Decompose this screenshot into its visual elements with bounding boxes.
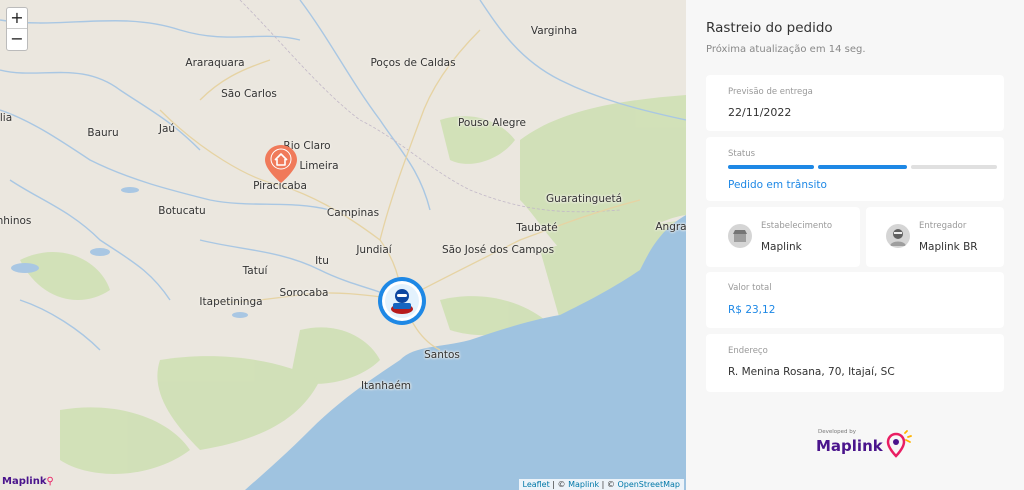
city-label: Tatuí [242,265,268,277]
city-label: São José dos Campos [441,244,555,256]
city-label: Angra [655,221,686,233]
update-countdown: Próxima atualização em 14 seg. [706,44,866,55]
establishment-label: Estabelecimento [761,221,833,231]
panel-title: Rastreio do pedido [706,20,833,36]
driver-location-icon[interactable] [376,275,428,327]
store-icon [728,224,752,248]
brand-name: Maplink [816,437,883,455]
tracking-panel: Rastreio do pedido Próxima atualização e… [686,0,1024,490]
status-label: Status [728,149,756,159]
address-card: Endereço R. Menina Rosana, 70, Itajaí, S… [706,334,1004,392]
delivery-forecast-card: Previsão de entrega 22/11/2022 [706,75,1004,131]
total-label: Valor total [728,283,772,293]
city-label: Itapetininga [199,296,263,308]
city-label: lia [0,112,13,124]
city-label: nhinos [0,215,32,227]
city-label: Campinas [326,207,380,219]
map-view[interactable]: Varginha Araraquara Poços de Caldas São … [0,0,686,490]
city-label: São Carlos [221,88,277,100]
openstreetmap-link[interactable]: OpenStreetMap [617,480,680,489]
maplink-link[interactable]: Maplink [568,480,599,489]
attribution-separator: | © [599,480,618,489]
map-basemap[interactable] [0,0,686,490]
courier-value: Maplink BR [919,241,978,253]
status-progress-segment [818,165,907,169]
map-logo-pin-icon: ⚲ [46,476,54,487]
city-label: Santos [424,349,460,361]
status-progress-segment [728,165,814,169]
city-label: Araraquara [185,57,245,69]
city-label: Itanhaém [360,380,412,392]
city-label: Limeira [299,160,339,172]
map-logo-text: Maplink [2,476,47,487]
home-pin-icon[interactable] [264,144,298,184]
zoom-out-button[interactable]: − [7,29,27,50]
leaflet-link[interactable]: Leaflet [523,480,550,489]
delivery-forecast-label: Previsão de entrega [728,87,813,97]
city-label: Pouso Alegre [457,117,527,129]
map-logo: Maplink⚲ [2,476,54,487]
city-label: Varginha [530,25,578,37]
courier-avatar-icon [886,224,910,248]
attribution-separator: | © [549,480,569,489]
total-value: R$ 23,12 [728,304,776,316]
total-card: Valor total R$ 23,12 [706,272,1004,328]
city-label: Taubaté [516,222,558,234]
status-progress-segment [911,165,997,169]
city-label: Botucatu [158,205,206,217]
maplink-pin-icon [886,430,912,458]
city-label: Jundiaí [356,244,392,256]
map-attribution: Leaflet | © Maplink | © OpenStreetMap [518,479,684,490]
status-value: Pedido em trânsito [728,179,827,191]
developed-by-label: Developed by [818,429,857,435]
city-label: Poços de Caldas [370,57,456,69]
city-label: Jaú [158,123,176,135]
city-label: Sorocaba [279,287,329,299]
city-label: Itu [315,255,329,267]
developed-by-logo: Developed by Maplink [816,427,916,462]
courier-card: Entregador Maplink BR [866,207,1004,267]
zoom-control: + − [6,7,28,51]
city-label: Guaratinguetá [546,193,622,205]
address-label: Endereço [728,346,768,356]
address-value: R. Menina Rosana, 70, Itajaí, SC [728,366,895,378]
delivery-forecast-value: 22/11/2022 [728,106,792,119]
establishment-value: Maplink [761,241,802,253]
zoom-in-button[interactable]: + [7,8,27,29]
city-label: Bauru [87,127,119,139]
establishment-card: Estabelecimento Maplink [706,207,860,267]
status-card: Status Pedido em trânsito [706,137,1004,201]
courier-label: Entregador [919,221,967,231]
